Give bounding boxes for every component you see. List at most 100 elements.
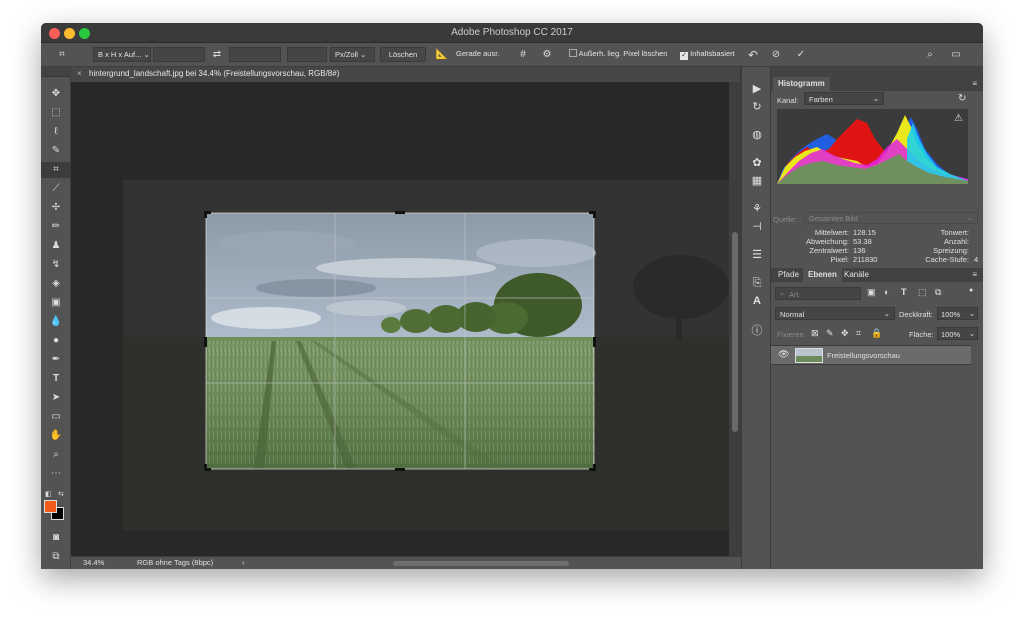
window-title: Adobe Photoshop CC 2017 xyxy=(451,27,573,38)
canvas-image[interactable] xyxy=(71,82,729,556)
commit-check-icon[interactable]: ✓ xyxy=(793,48,809,62)
opacity-value: 100% xyxy=(941,310,961,319)
lasso-tool-icon[interactable]: ℓ xyxy=(41,124,71,140)
filter-toggle-icon[interactable]: ● xyxy=(969,287,973,294)
resolution-field[interactable] xyxy=(287,47,327,62)
channel-select[interactable]: Farben ⌄ xyxy=(804,92,884,105)
info-icon[interactable]: ⓘ xyxy=(742,323,772,339)
quick-mask-icon[interactable]: ◙ xyxy=(41,530,71,546)
filter-pixel-icon[interactable]: ▣ xyxy=(867,287,876,298)
move-tool-icon[interactable]: ✥ xyxy=(41,86,71,102)
layer-filter-select[interactable]: ⌕ Art xyxy=(775,287,861,300)
type-tool-icon[interactable]: T xyxy=(41,371,71,387)
gradient-tool-icon[interactable]: ▣ xyxy=(41,295,71,311)
default-colors-icon[interactable]: ◧ xyxy=(45,490,52,498)
options-bar: ⌗ B x H x Auf... ⌄ ⇄ Px/Zoll ⌄ Löschen 📐… xyxy=(41,43,983,67)
tab-histogram[interactable]: Histogramm xyxy=(773,77,830,91)
vertical-scroll-thumb[interactable] xyxy=(732,232,738,432)
swap-colors-icon[interactable]: ⇆ xyxy=(58,490,64,498)
reset-icon[interactable]: ↶ xyxy=(745,48,761,62)
history-icon[interactable]: ↻ xyxy=(742,99,772,115)
eye-visibility-icon[interactable]: 👁 xyxy=(778,349,789,360)
filter-adjustment-icon[interactable]: ◐ xyxy=(884,287,889,297)
blur-tool-icon[interactable]: 💧 xyxy=(41,314,71,330)
median-value: 136 xyxy=(853,246,866,255)
clear-button[interactable]: Löschen xyxy=(380,47,426,62)
path-selection-tool-icon[interactable]: ➤ xyxy=(41,390,71,406)
straighten-icon[interactable]: 📐 xyxy=(435,48,449,62)
swap-icon[interactable]: ⇄ xyxy=(209,48,225,62)
height-field[interactable] xyxy=(229,47,281,62)
lock-all-icon[interactable]: 🔒 xyxy=(871,328,882,339)
document-tab[interactable]: × hintergrund_landschaft.jpg bei 34.4% (… xyxy=(71,67,741,82)
foreground-color-swatch[interactable] xyxy=(44,500,57,513)
tab-layers[interactable]: Ebenen xyxy=(803,268,842,282)
more-tools-icon[interactable]: ⋯ xyxy=(41,466,71,482)
layer-row[interactable]: 👁 Freistellungsvorschau xyxy=(771,345,971,365)
tab-channels[interactable]: Kanäle xyxy=(839,268,874,282)
status-menu-arrow-icon[interactable]: › xyxy=(242,558,245,567)
straighten-label[interactable]: Gerade ausr. xyxy=(452,47,503,62)
source-select[interactable]: Gesamtes Bild ⌄ xyxy=(804,212,978,224)
cancel-icon[interactable]: ⊘ xyxy=(768,48,784,62)
workspace-icon[interactable]: ▭ xyxy=(947,48,965,62)
quick-select-tool-icon[interactable]: ✎ xyxy=(41,143,71,159)
title-bar: Adobe Photoshop CC 2017 xyxy=(41,23,983,43)
eraser-tool-icon[interactable]: ◈ xyxy=(41,276,71,292)
zoom-tool-icon[interactable]: ⌕ xyxy=(41,447,71,463)
delete-outside-checkbox[interactable]: Außerh. lieg. Pixel löschen xyxy=(565,47,671,62)
content-aware-label: Inhaltsbasiert xyxy=(690,49,735,58)
grid-swatches-icon[interactable]: ▦ xyxy=(742,173,772,189)
width-field[interactable] xyxy=(153,47,205,62)
brush-settings-icon[interactable]: ⚘ xyxy=(742,201,772,217)
hand-tool-icon[interactable]: ✋ xyxy=(41,428,71,444)
vertical-scrollbar[interactable] xyxy=(729,82,741,556)
eyedropper-tool-icon[interactable]: ⟋ xyxy=(41,181,71,197)
canvas-area[interactable] xyxy=(71,82,729,556)
panel-menu-icon[interactable]: ≡ xyxy=(972,79,977,88)
tab-paths[interactable]: Pfade xyxy=(773,268,804,282)
filter-shape-icon[interactable]: ⬚ xyxy=(918,287,927,298)
unit-select[interactable]: Px/Zoll ⌄ xyxy=(330,47,375,62)
refresh-icon[interactable]: ↻ xyxy=(958,93,966,104)
stamp-tool-icon[interactable]: ♟ xyxy=(41,238,71,254)
horizontal-scroll-thumb[interactable] xyxy=(393,561,569,566)
gear-icon[interactable]: ⚙ xyxy=(539,48,555,62)
opacity-field[interactable]: 100% ⌄ xyxy=(937,307,978,320)
filter-type-icon[interactable]: T xyxy=(901,287,907,297)
histogram-graph xyxy=(777,109,968,184)
adjustments-icon[interactable]: ⊣ xyxy=(742,219,772,235)
healing-brush-tool-icon[interactable]: ✢ xyxy=(41,200,71,216)
swatches-icon[interactable]: ◍ xyxy=(742,127,772,143)
blend-mode-select[interactable]: Normal ⌄ xyxy=(775,307,895,320)
properties-icon[interactable]: ☰ xyxy=(742,247,772,263)
dodge-tool-icon[interactable]: ● xyxy=(41,333,71,349)
lock-position-icon[interactable]: ✥ xyxy=(841,328,849,339)
tools-panel: ✥ ⬚ ℓ ✎ ⌗ ⟋ ✢ ✏ ♟ ↯ ◈ ▣ 💧 ● ✒ T ➤ ▭ ✋ ⌕ … xyxy=(41,77,71,569)
chevron-down-icon: ⌄ xyxy=(968,309,975,318)
lock-artboard-icon[interactable]: ⌗ xyxy=(856,328,861,339)
history-brush-tool-icon[interactable]: ↯ xyxy=(41,257,71,273)
character-icon[interactable]: A xyxy=(742,293,772,309)
close-document-icon[interactable]: × xyxy=(77,69,82,78)
content-aware-checkbox[interactable]: ✓ Inhaltsbasiert xyxy=(676,47,739,62)
color-palette-icon[interactable]: ✿ xyxy=(742,155,772,171)
lock-transparency-icon[interactable]: ⊠ xyxy=(811,328,819,339)
grid-overlay-icon[interactable]: # xyxy=(515,48,531,62)
rectangle-tool-icon[interactable]: ▭ xyxy=(41,409,71,425)
panel-menu-icon[interactable]: ≡ xyxy=(972,270,977,279)
pen-tool-icon[interactable]: ✒ xyxy=(41,352,71,368)
screen-mode-icon[interactable]: ⧉ xyxy=(41,549,71,565)
marquee-tool-icon[interactable]: ⬚ xyxy=(41,105,71,121)
search-icon[interactable]: ⌕ xyxy=(922,48,938,62)
crop-tool-icon[interactable]: ⌗ xyxy=(53,48,71,62)
clone-source-icon[interactable]: ⎘ xyxy=(742,275,772,291)
fill-field[interactable]: 100% ⌄ xyxy=(937,327,978,340)
zoom-level[interactable]: 34.4% xyxy=(83,558,104,567)
play-actions-icon[interactable]: ▶ xyxy=(742,81,772,97)
lock-pixels-icon[interactable]: ✎ xyxy=(826,328,834,339)
crop-tool-active-icon[interactable]: ⌗ xyxy=(41,162,71,178)
brush-tool-icon[interactable]: ✏ xyxy=(41,219,71,235)
ratio-select[interactable]: B x H x Auf... ⌄ xyxy=(93,47,151,62)
filter-smart-object-icon[interactable]: ⧉ xyxy=(935,287,941,298)
